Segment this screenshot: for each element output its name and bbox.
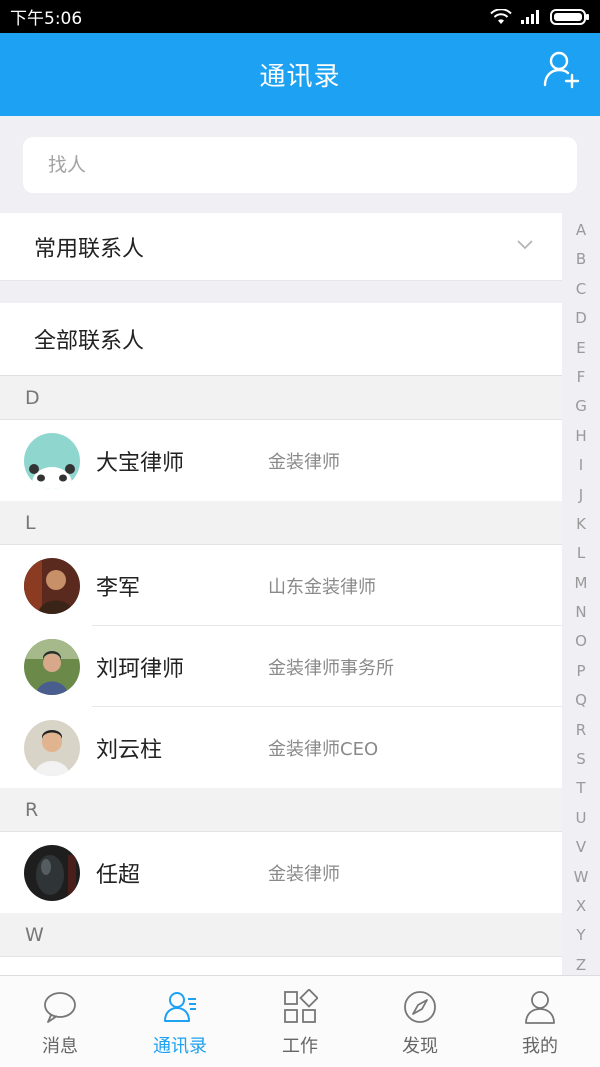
index-letter[interactable]: J (579, 481, 583, 510)
status-bar: 下午5:06 (0, 0, 600, 33)
group-frequent-contacts[interactable]: 常用联系人 (0, 213, 562, 281)
tab-label: 通讯录 (153, 1036, 207, 1057)
tab-work[interactable]: 工作 (240, 976, 360, 1067)
contact-org: 金装律师事务所 (268, 657, 394, 679)
add-contact-icon[interactable] (542, 49, 582, 89)
index-letter[interactable]: H (575, 422, 586, 451)
status-icons (490, 8, 590, 25)
contact-name: 李军 (96, 575, 141, 601)
contact-row[interactable]: 刘云柱 金装律师CEO (0, 707, 562, 788)
tab-label: 工作 (282, 1036, 318, 1057)
bottom-tab-bar: 消息 通讯录 工作 发现 我的 (0, 975, 600, 1067)
contact-row[interactable] (0, 957, 562, 975)
avatar (24, 432, 80, 489)
contact-row[interactable]: 李军 山东金装律师 (0, 545, 562, 626)
index-letter[interactable]: F (577, 363, 586, 392)
chevron-down-icon (517, 240, 533, 250)
index-letter[interactable]: T (576, 774, 585, 803)
index-letter[interactable]: Q (575, 686, 587, 715)
battery-icon (550, 8, 589, 25)
group-label: 全部联系人 (34, 329, 145, 354)
index-letter[interactable]: N (575, 598, 586, 627)
signal-icon (521, 9, 539, 24)
contact-name: 刘珂律师 (96, 656, 185, 682)
section-header-w: W (0, 913, 562, 957)
contact-org: 金装律师 (268, 863, 340, 885)
compass-icon (404, 991, 436, 1023)
index-letter[interactable]: V (576, 833, 586, 862)
section-header-l: L (0, 501, 562, 545)
apps-grid-icon (284, 989, 318, 1023)
search-input[interactable] (48, 154, 577, 176)
section-header-r: R (0, 788, 562, 832)
index-letter[interactable]: X (576, 892, 586, 921)
index-letter[interactable]: A (576, 216, 586, 245)
profile-icon (525, 991, 555, 1024)
tab-discover[interactable]: 发现 (360, 976, 480, 1067)
search-area (0, 116, 600, 213)
section-header-d: D (0, 376, 562, 420)
contact-row[interactable]: 大宝律师 金装律师 (0, 420, 562, 501)
app-header: 通讯录 (0, 33, 600, 116)
avatar (24, 844, 80, 901)
contact-org: 金装律师CEO (268, 738, 379, 760)
tab-messages[interactable]: 消息 (0, 976, 120, 1067)
index-letter[interactable]: O (575, 627, 587, 656)
index-letter[interactable]: W (574, 863, 589, 892)
contacts-icon (164, 992, 196, 1022)
group-label: 常用联系人 (34, 236, 145, 262)
alphabet-index[interactable]: A B C D E F G H I J K L M N O P Q R S T … (562, 213, 600, 975)
index-letter[interactable]: G (575, 392, 587, 421)
index-letter[interactable]: U (576, 804, 587, 833)
tab-label: 我的 (522, 1036, 558, 1057)
avatar (24, 638, 80, 695)
index-letter[interactable]: R (576, 716, 586, 745)
page-title: 通讯录 (259, 62, 341, 92)
avatar (24, 557, 80, 614)
index-letter[interactable]: B (576, 245, 586, 274)
search-box[interactable] (23, 137, 577, 193)
contact-name: 任超 (96, 862, 141, 888)
index-letter[interactable]: P (576, 657, 585, 686)
index-letter[interactable]: D (575, 304, 587, 333)
index-letter[interactable]: M (575, 569, 588, 598)
contact-row[interactable]: 刘珂律师 金装律师事务所 (0, 626, 562, 707)
contact-list[interactable]: 常用联系人 全部联系人 D 大宝律师 金装律师 L 李军 山东金装律师 刘珂律师… (0, 213, 562, 975)
contact-row[interactable]: 任超 金装律师 (0, 832, 562, 913)
contact-org: 山东金装律师 (268, 576, 376, 598)
avatar (24, 719, 80, 776)
index-letter[interactable]: I (579, 451, 583, 480)
tab-label: 发现 (402, 1036, 438, 1057)
index-letter[interactable]: L (577, 539, 585, 568)
index-letter[interactable]: E (576, 334, 585, 363)
index-letter[interactable]: S (576, 745, 586, 774)
wifi-icon (490, 8, 512, 24)
tab-label: 消息 (42, 1036, 78, 1057)
contact-name: 大宝律师 (96, 450, 185, 476)
contact-org: 金装律师 (268, 451, 340, 473)
status-time: 下午5:06 (10, 9, 83, 29)
divider (0, 281, 562, 303)
group-all-contacts[interactable]: 全部联系人 (0, 303, 562, 376)
index-letter[interactable]: Y (576, 921, 585, 950)
index-letter[interactable]: C (576, 275, 586, 304)
tab-me[interactable]: 我的 (480, 976, 600, 1067)
message-icon (44, 992, 76, 1023)
tab-contacts[interactable]: 通讯录 (120, 976, 240, 1067)
contact-name: 刘云柱 (96, 737, 163, 763)
index-letter[interactable]: K (576, 510, 586, 539)
